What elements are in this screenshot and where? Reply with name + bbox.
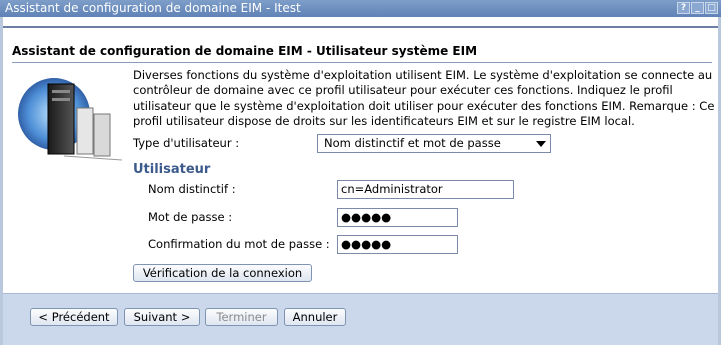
dn-input[interactable]: cn=Administrator (337, 180, 514, 199)
user-type-select[interactable]: Nom distinctif et mot de passe (317, 134, 551, 153)
confirm-password-input[interactable]: ●●●●● (337, 235, 458, 254)
maximize-icon[interactable]: □ (705, 2, 718, 14)
window-titlebar: Assistant de configuration de domaine EI… (0, 0, 721, 17)
window-controls: ? _ □ (677, 2, 718, 14)
finish-button[interactable]: Terminer (205, 308, 278, 326)
title-divider (12, 62, 712, 63)
verify-connection-button[interactable]: Vérification de la connexion (133, 264, 312, 282)
help-icon[interactable]: ? (677, 2, 690, 14)
user-type-value: Nom distinctif et mot de passe (324, 136, 501, 150)
header-band (3, 26, 718, 44)
server-network-icon (14, 68, 126, 168)
minimize-icon[interactable]: _ (691, 2, 704, 14)
password-label: Mot de passe : (148, 210, 233, 224)
cancel-button[interactable]: Annuler (284, 308, 346, 326)
user-type-label: Type d'utilisateur : (133, 136, 240, 150)
password-input[interactable]: ●●●●● (337, 208, 458, 227)
back-button[interactable]: < Précédent (30, 308, 118, 326)
next-button[interactable]: Suivant > (124, 308, 200, 326)
page-title: Assistant de configuration de domaine EI… (12, 44, 478, 58)
section-title-user: Utilisateur (133, 162, 211, 177)
confirm-password-label: Confirmation du mot de passe : (148, 237, 330, 251)
description-text: Diverses fonctions du système d'exploita… (133, 68, 715, 129)
chevron-down-icon (536, 141, 546, 147)
window-title: Assistant de configuration de domaine EI… (5, 1, 301, 15)
dn-label: Nom distinctif : (148, 182, 236, 196)
